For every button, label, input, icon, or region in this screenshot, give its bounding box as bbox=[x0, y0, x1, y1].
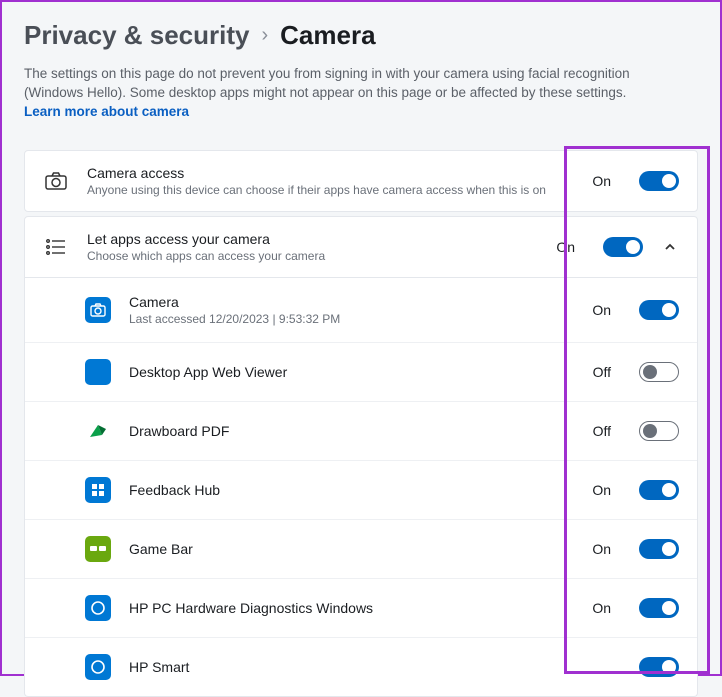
app-state-label: On bbox=[592, 541, 611, 557]
app-row: Game Bar On bbox=[25, 519, 697, 578]
app-name: Drawboard PDF bbox=[129, 423, 575, 439]
camera-icon bbox=[43, 172, 69, 190]
breadcrumb-separator: › bbox=[261, 24, 268, 47]
camera-access-title: Camera access bbox=[87, 165, 574, 181]
app-icon bbox=[85, 477, 111, 503]
apps-access-toggle[interactable] bbox=[603, 237, 643, 257]
learn-more-link[interactable]: Learn more about camera bbox=[24, 104, 189, 119]
camera-access-card: Camera access Anyone using this device c… bbox=[24, 150, 698, 212]
app-name: Camera bbox=[129, 294, 574, 310]
app-row: HP Smart bbox=[25, 637, 697, 696]
app-name: Desktop App Web Viewer bbox=[129, 364, 575, 380]
app-toggle[interactable] bbox=[639, 300, 679, 320]
app-state-label: Off bbox=[593, 364, 611, 380]
app-name: HP PC Hardware Diagnostics Windows bbox=[129, 600, 574, 616]
app-toggle[interactable] bbox=[639, 539, 679, 559]
app-row: Desktop App Web Viewer Off bbox=[25, 342, 697, 401]
app-toggle[interactable] bbox=[639, 657, 679, 677]
page-description: The settings on this page do not prevent… bbox=[24, 65, 664, 122]
description-text: The settings on this page do not prevent… bbox=[24, 66, 630, 100]
app-subtext: Last accessed 12/20/2023 | 9:53:32 PM bbox=[129, 312, 574, 326]
app-row: Feedback Hub On bbox=[25, 460, 697, 519]
apps-access-title: Let apps access your camera bbox=[87, 231, 538, 247]
apps-access-card[interactable]: Let apps access your camera Choose which… bbox=[24, 216, 698, 278]
app-row: Camera Last accessed 12/20/2023 | 9:53:32… bbox=[25, 278, 697, 342]
app-state-label: Off bbox=[593, 423, 611, 439]
apps-access-subtitle: Choose which apps can access your camera bbox=[87, 249, 538, 263]
app-toggle[interactable] bbox=[639, 362, 679, 382]
app-list: Camera Last accessed 12/20/2023 | 9:53:32… bbox=[24, 278, 698, 697]
chevron-up-icon[interactable] bbox=[661, 241, 679, 253]
app-name: Feedback Hub bbox=[129, 482, 574, 498]
app-icon bbox=[85, 359, 111, 385]
app-row: HP PC Hardware Diagnostics Windows On bbox=[25, 578, 697, 637]
app-icon bbox=[85, 418, 111, 444]
breadcrumb-current: Camera bbox=[280, 20, 375, 51]
camera-access-subtitle: Anyone using this device can choose if t… bbox=[87, 183, 574, 197]
camera-access-toggle[interactable] bbox=[639, 171, 679, 191]
app-toggle[interactable] bbox=[639, 421, 679, 441]
app-name: HP Smart bbox=[129, 659, 593, 675]
app-state-label: On bbox=[592, 302, 611, 318]
app-icon bbox=[85, 297, 111, 323]
app-name: Game Bar bbox=[129, 541, 574, 557]
app-state-label: On bbox=[592, 600, 611, 616]
app-row: Drawboard PDF Off bbox=[25, 401, 697, 460]
apps-access-state-label: On bbox=[556, 239, 575, 255]
app-state-label: On bbox=[592, 482, 611, 498]
app-icon bbox=[85, 536, 111, 562]
camera-access-state-label: On bbox=[592, 173, 611, 189]
list-icon bbox=[43, 239, 69, 255]
breadcrumb-parent[interactable]: Privacy & security bbox=[24, 20, 249, 51]
app-toggle[interactable] bbox=[639, 598, 679, 618]
app-toggle[interactable] bbox=[639, 480, 679, 500]
app-icon bbox=[85, 595, 111, 621]
breadcrumb: Privacy & security › Camera bbox=[24, 20, 698, 51]
